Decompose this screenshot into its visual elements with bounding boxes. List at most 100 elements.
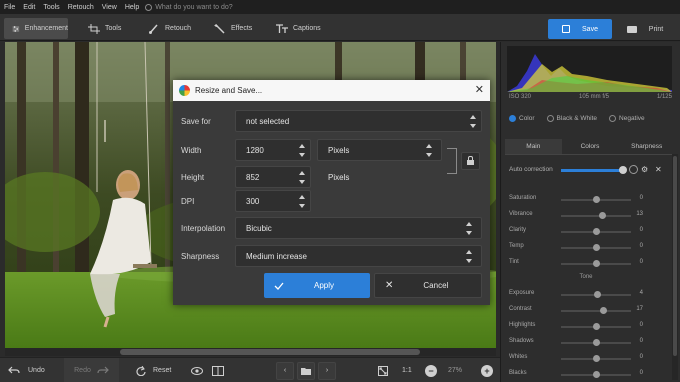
auto-correction-toggle[interactable] (629, 165, 638, 174)
folder-button[interactable] (297, 361, 315, 380)
slider-value: 13 (636, 211, 643, 217)
slider-knob[interactable] (592, 244, 600, 251)
slider-knob[interactable] (593, 291, 601, 298)
auto-correction-knob[interactable] (619, 166, 627, 174)
tab-captions[interactable]: Captions (268, 18, 328, 39)
slider-knob[interactable] (592, 339, 600, 346)
save-label: Save (582, 25, 598, 33)
cancel-button[interactable]: ✕ Cancel (374, 273, 482, 298)
tab-sharpness[interactable]: Sharpness (618, 139, 676, 155)
slider-knob[interactable] (592, 260, 600, 267)
close-icon[interactable]: ✕ (475, 83, 484, 96)
tab-tools[interactable]: Tools (80, 18, 130, 39)
scroll-thumb[interactable] (120, 349, 420, 355)
redo-icon (97, 366, 109, 373)
compare-button[interactable] (212, 358, 224, 382)
mode-negative[interactable]: Negative (609, 115, 645, 122)
apply-button[interactable]: Apply (264, 273, 370, 298)
tab-main[interactable]: Main (505, 139, 562, 155)
mode-color[interactable]: Color (509, 115, 535, 122)
reset-icon (136, 365, 146, 376)
print-label: Print (648, 25, 664, 33)
zoom-1to1-button[interactable]: 1:1 (402, 358, 412, 382)
menu-view[interactable]: View (98, 4, 121, 11)
stepper-arrows-icon[interactable] (299, 144, 306, 157)
slider-knob[interactable] (599, 307, 607, 314)
scroll-thumb[interactable] (673, 156, 677, 356)
unit-select[interactable]: Pixels (317, 139, 442, 161)
slider-knob[interactable] (592, 196, 600, 203)
compare-icon (212, 365, 224, 376)
chevron-left-icon: ‹ (283, 367, 287, 374)
dropdown-arrows-icon (426, 144, 433, 157)
stepper-arrows-icon[interactable] (299, 195, 306, 208)
dialog-titlebar: Resize and Save... ✕ (173, 80, 490, 101)
slider-knob[interactable] (592, 323, 600, 330)
auto-correction-row: Auto correction ⚙ ✕ (509, 165, 679, 176)
redo-button[interactable]: Redo (64, 358, 119, 382)
color-mode-group: Color Black & White Negative (509, 115, 645, 122)
height-input[interactable]: 852 (235, 166, 311, 188)
apply-label: Apply (314, 281, 335, 290)
sharpness-value: Medium increase (246, 251, 307, 261)
preview-toggle[interactable] (191, 358, 203, 382)
auto-correction-slider[interactable] (561, 169, 621, 172)
mode-black-white[interactable]: Black & White (546, 115, 597, 122)
next-button[interactable]: › (318, 361, 336, 380)
slider-track[interactable] (561, 310, 631, 312)
save-for-select[interactable]: not selected (235, 110, 482, 132)
interpolation-select[interactable]: Bicubic (235, 217, 482, 239)
menu-retouch[interactable]: Retouch (64, 4, 98, 11)
horizontal-scrollbar[interactable] (5, 348, 496, 356)
reset-label: Reset (153, 367, 172, 374)
slider-knob[interactable] (592, 355, 600, 362)
width-input[interactable]: 1280 (235, 139, 311, 161)
slider-track[interactable] (561, 215, 631, 217)
menu-file[interactable]: File (0, 4, 19, 11)
close-icon[interactable]: ✕ (655, 165, 662, 174)
slider-label: Blacks (509, 370, 527, 376)
histogram (507, 46, 672, 92)
slider-knob[interactable] (598, 212, 606, 219)
stepper-arrows-icon[interactable] (299, 171, 306, 184)
search-box[interactable]: What do you want to do? (145, 3, 233, 11)
undo-button[interactable]: Undo (8, 358, 45, 382)
slider-knob[interactable] (592, 228, 600, 235)
reset-button[interactable]: Reset (136, 358, 171, 382)
tab-colors[interactable]: Colors (561, 139, 619, 155)
tab-effects[interactable]: Effects (206, 18, 262, 39)
tab-retouch[interactable]: Retouch (140, 18, 196, 39)
panel-scrollbar[interactable] (672, 154, 678, 380)
slider-temp: Temp 0 (509, 243, 669, 253)
menu-tools[interactable]: Tools (39, 4, 63, 11)
slider-label: Clarity (509, 227, 527, 233)
zoom-in-button[interactable]: + (481, 358, 493, 382)
sharpness-select[interactable]: Medium increase (235, 245, 482, 267)
save-button[interactable]: Save (548, 19, 612, 39)
gear-icon[interactable]: ⚙ (641, 165, 648, 174)
dropdown-arrows-icon (470, 115, 477, 128)
sliders-icon (12, 25, 20, 32)
slider-contrast: Contrast 17 (509, 306, 669, 316)
slider-label: Temp (509, 243, 524, 249)
bottom-bar: Undo Redo Reset ‹ › 1:1 − 27% + (0, 357, 500, 382)
printer-icon (626, 25, 637, 33)
tab-enhancement[interactable]: Enhancement (4, 18, 68, 39)
slider-value: 0 (639, 259, 643, 265)
aspect-lock-button[interactable] (461, 152, 480, 170)
slider-knob[interactable] (592, 371, 600, 378)
slider-tint: Tint 0 (509, 259, 669, 269)
interpolation-label: Interpolation (181, 224, 226, 233)
zoom-value[interactable]: 27% (448, 358, 462, 382)
menu-edit[interactable]: Edit (19, 4, 39, 11)
slider-vibrance: Vibrance 13 (509, 211, 669, 221)
zoom-out-button[interactable]: − (425, 358, 437, 382)
prev-button[interactable]: ‹ (276, 361, 294, 380)
menu-help[interactable]: Help (121, 4, 143, 11)
minus-icon: − (425, 364, 437, 377)
dpi-input[interactable]: 300 (235, 190, 311, 212)
width-label: Width (181, 146, 202, 155)
print-button[interactable]: Print (616, 19, 674, 39)
slider-whites: Whites 0 (509, 354, 669, 364)
fit-button[interactable] (378, 358, 388, 382)
